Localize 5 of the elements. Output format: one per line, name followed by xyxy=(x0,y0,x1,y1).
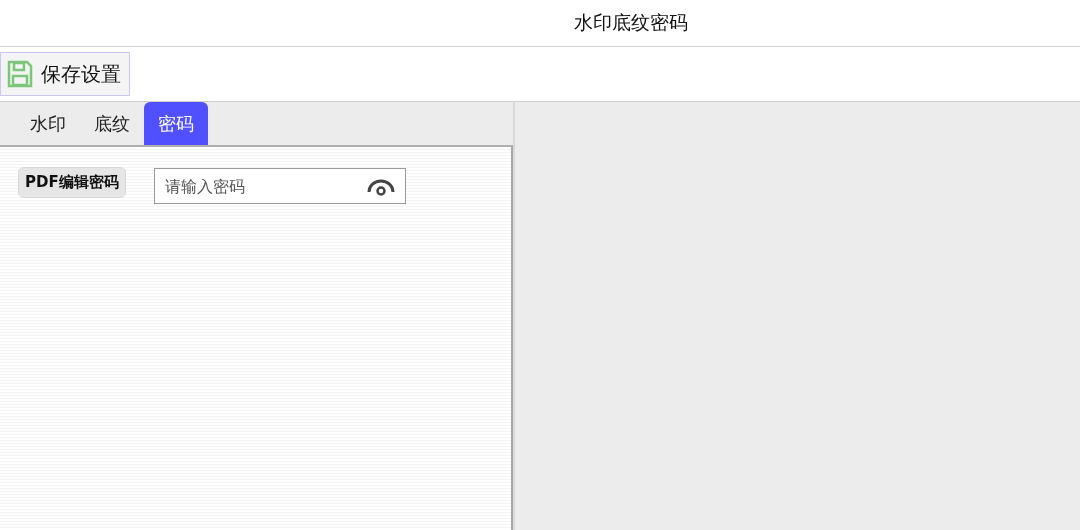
save-button[interactable]: 保存设置 xyxy=(0,52,130,96)
password-label: PDF编辑密码 xyxy=(18,167,126,198)
password-field[interactable]: 请输入密码 xyxy=(153,168,406,204)
tab[interactable]: 密码 xyxy=(144,102,208,145)
window-title: 水印底纹密码 xyxy=(574,10,688,35)
